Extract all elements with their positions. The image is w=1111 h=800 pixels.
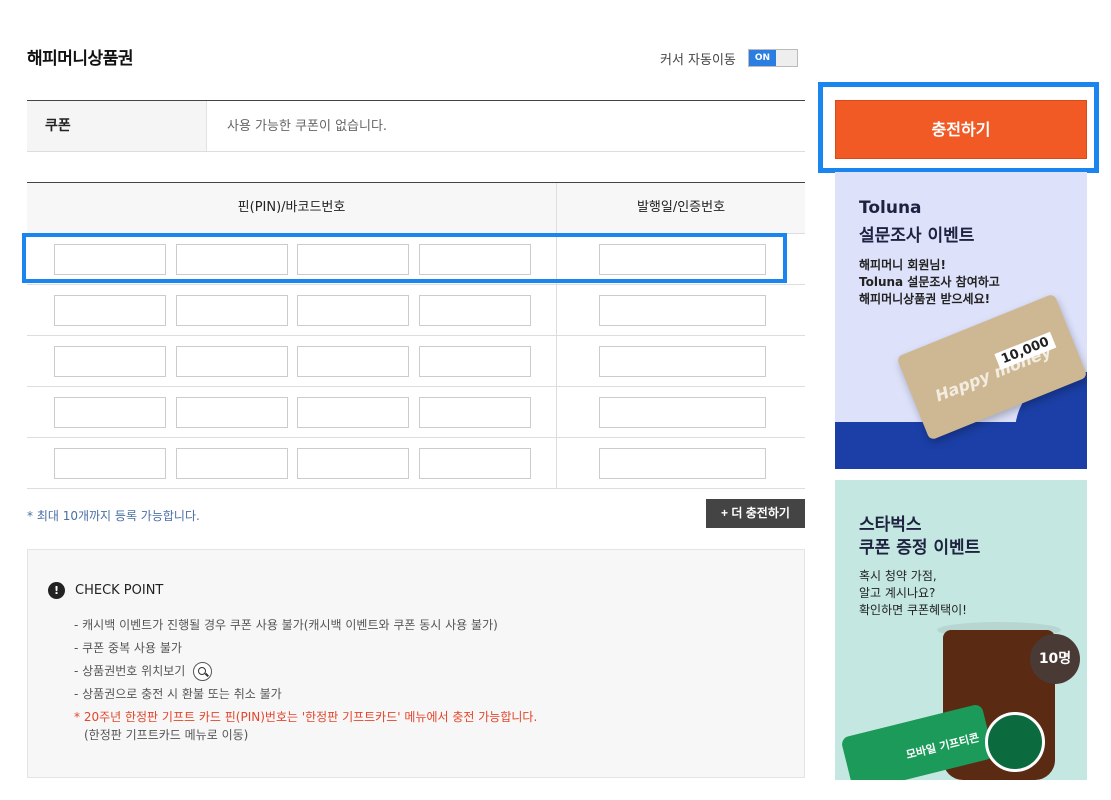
pin-cells	[27, 285, 557, 335]
checkpoint-list: - 캐시백 이벤트가 진행될 경우 쿠폰 사용 불가(캐시백 이벤트와 쿠폰 동…	[74, 614, 537, 744]
pin-input[interactable]	[419, 448, 531, 479]
checkpoint-title-text: CHECK POINT	[75, 583, 164, 598]
checkpoint-item: - 상품권으로 충전 시 환불 또는 취소 불가	[74, 687, 282, 701]
pin-table-header: 핀(PIN)/바코드번호 발행일/인증번호	[27, 183, 805, 234]
page-title: 해피머니상품권	[27, 49, 133, 69]
date-cell	[557, 387, 805, 437]
exclamation-icon: !	[48, 582, 65, 599]
banner-text: 혹시 청약 가점,	[859, 569, 937, 583]
header-date: 발행일/인증번호	[636, 200, 726, 215]
pin-input[interactable]	[176, 295, 288, 326]
pin-input[interactable]	[54, 346, 166, 377]
issue-date-input[interactable]	[599, 244, 766, 275]
pin-row	[27, 336, 805, 387]
pin-input[interactable]	[419, 346, 531, 377]
pin-input[interactable]	[297, 346, 409, 377]
banner-title: Toluna	[859, 198, 922, 218]
coupon-label: 쿠폰	[27, 101, 207, 151]
cursor-auto-move: 커서 자동이동 ON	[660, 48, 798, 68]
banner-text: 알고 계시나요?	[859, 586, 936, 600]
pin-cells	[27, 336, 557, 386]
pin-input[interactable]	[176, 448, 288, 479]
checkpoint-item: - 쿠폰 중복 사용 불가	[74, 641, 182, 655]
checkpoint-box: ! CHECK POINT - 캐시백 이벤트가 진행될 경우 쿠폰 사용 불가…	[27, 549, 805, 778]
gift-card-text: 모바일 기프티콘	[904, 731, 981, 762]
issue-date-input[interactable]	[599, 397, 766, 428]
checkpoint-item: - 캐시백 이벤트가 진행될 경우 쿠폰 사용 불가(캐시백 이벤트와 쿠폰 동…	[74, 618, 498, 632]
checkpoint-item-text: - 상품권번호 위치보기	[74, 664, 186, 678]
pin-input[interactable]	[54, 295, 166, 326]
more-charge-button[interactable]: + 더 충전하기	[706, 499, 805, 528]
pin-input[interactable]	[297, 448, 409, 479]
pin-cells	[27, 234, 557, 284]
count-badge: 10명	[1030, 634, 1080, 684]
checkpoint-notice: * 20주년 한정판 기프트 카드 핀(PIN)번호는 '한정판 기프트카드' …	[74, 710, 538, 724]
pin-cells	[27, 387, 557, 437]
checkpoint-item: - 상품권번호 위치보기	[74, 660, 537, 683]
pin-input[interactable]	[419, 295, 531, 326]
pin-input[interactable]	[297, 295, 409, 326]
pin-row	[27, 285, 805, 336]
banner-text: 해피머니 회원님!	[859, 258, 946, 272]
toluna-banner[interactable]: Toluna 설문조사 이벤트 해피머니 회원님! Toluna 설문조사 참여…	[835, 172, 1087, 469]
pin-row	[27, 234, 805, 285]
checkpoint-title: ! CHECK POINT	[48, 582, 163, 599]
banner-text: 해피머니상품권 받으세요!	[859, 292, 991, 306]
starbucks-banner[interactable]: 스타벅스 쿠폰 증정 이벤트 혹시 청약 가점, 알고 계시나요? 확인하면 쿠…	[835, 480, 1087, 780]
pin-input[interactable]	[176, 244, 288, 275]
cursor-auto-move-label: 커서 자동이동	[660, 52, 736, 68]
date-cell	[557, 438, 805, 488]
date-cell	[557, 285, 805, 335]
banner-title: 쿠폰 증정 이벤트	[859, 538, 981, 558]
date-cell	[557, 336, 805, 386]
coupon-value: 사용 가능한 쿠폰이 없습니다.	[227, 119, 388, 134]
pin-input[interactable]	[419, 244, 531, 275]
header-pin: 핀(PIN)/바코드번호	[27, 183, 557, 233]
pin-input[interactable]	[54, 244, 166, 275]
date-cell	[557, 234, 805, 284]
toggle-on-label: ON	[748, 50, 776, 66]
pin-input[interactable]	[54, 448, 166, 479]
pin-input[interactable]	[176, 346, 288, 377]
banner-text: Toluna 설문조사 참여하고	[859, 275, 1000, 289]
pin-input[interactable]	[419, 397, 531, 428]
cursor-auto-move-toggle[interactable]: ON	[747, 49, 798, 67]
pin-row	[27, 438, 805, 489]
pin-row	[27, 387, 805, 438]
issue-date-input[interactable]	[599, 346, 766, 377]
banner-text: 확인하면 쿠폰혜택이!	[859, 603, 967, 617]
pin-input[interactable]	[297, 244, 409, 275]
issue-date-input[interactable]	[599, 295, 766, 326]
banner-title: 스타벅스	[859, 515, 922, 535]
max-note: * 최대 10개까지 등록 가능합니다.	[27, 509, 200, 523]
coupon-row: 쿠폰 사용 가능한 쿠폰이 없습니다.	[27, 100, 805, 152]
search-icon[interactable]	[193, 662, 213, 681]
pin-input[interactable]	[297, 397, 409, 428]
pin-input[interactable]	[54, 397, 166, 428]
starbucks-logo	[985, 712, 1045, 772]
pin-table: 핀(PIN)/바코드번호 발행일/인증번호	[27, 182, 805, 489]
charge-button[interactable]: 충전하기	[835, 100, 1087, 159]
limited-card-link[interactable]: (한정판 기프트카드 메뉴로 이동)	[74, 726, 537, 744]
pin-cells	[27, 438, 557, 488]
issue-date-input[interactable]	[599, 448, 766, 479]
banner-title: 설문조사 이벤트	[859, 226, 975, 246]
pin-input[interactable]	[176, 397, 288, 428]
